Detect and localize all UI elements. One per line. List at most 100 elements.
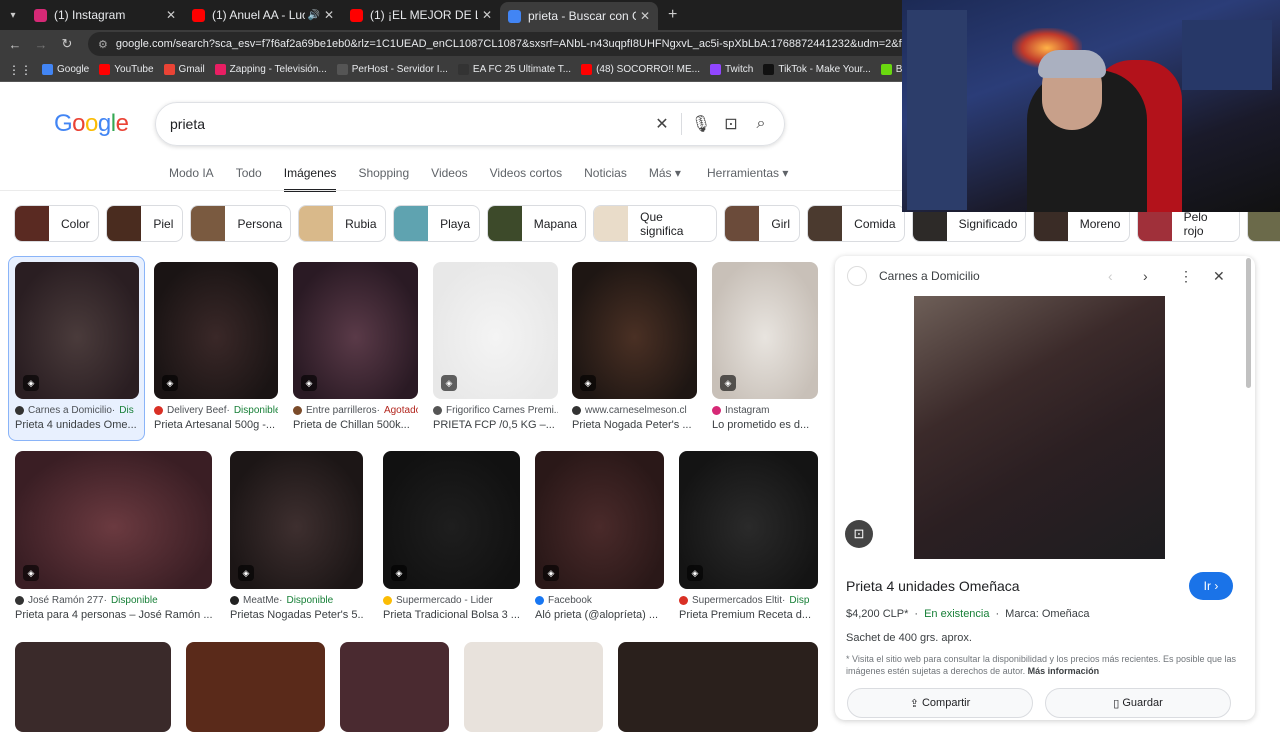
- google-logo[interactable]: Google: [54, 110, 129, 138]
- bookmark-item[interactable]: Zapping - Televisión...: [214, 64, 327, 75]
- result-source[interactable]: Frigorifico Carnes Premi...: [433, 405, 558, 416]
- result-source[interactable]: Carnes a Domicilio · Dis: [15, 405, 139, 416]
- visual-search-icon[interactable]: ⊡: [845, 520, 873, 548]
- image-result[interactable]: ◈ MeatMe · Disponible Prietas Nogadas Peter…: [230, 451, 363, 621]
- result-source[interactable]: José Ramón 277 · Disponible: [15, 595, 212, 606]
- result-thumbnail[interactable]: ◈: [433, 262, 558, 399]
- image-result[interactable]: ◈ Frigorifico Carnes Premi... PRIETA FCP /…: [433, 262, 558, 431]
- result-thumbnail[interactable]: ◈: [572, 262, 697, 399]
- result-title[interactable]: Lo prometido es d...: [712, 419, 818, 431]
- filter-chip[interactable]: Que significa: [593, 205, 718, 242]
- panel-title[interactable]: Prieta 4 unidades Omeñaca: [846, 578, 1020, 594]
- filter-chip[interactable]: Persona: [190, 205, 292, 242]
- filter-chip[interactable]: Mapana: [486, 205, 587, 242]
- panel-source[interactable]: Carnes a Domicilio: [879, 269, 980, 283]
- result-source[interactable]: www.carneselmeson.cl: [572, 405, 697, 416]
- filter-chip[interactable]: Rubia: [298, 205, 387, 242]
- bookmark-item[interactable]: Google: [42, 64, 89, 75]
- browser-tab[interactable]: (1) Anuel AA - Luces Tenues🔊 ✕: [184, 0, 342, 30]
- image-result[interactable]: ◈ Carnes a Domicilio · Dis Prieta 4 unidade…: [15, 262, 139, 431]
- result-title[interactable]: Prieta para 4 personas – José Ramón ...: [15, 609, 212, 621]
- site-info-icon[interactable]: ⚙: [98, 38, 108, 51]
- image-result[interactable]: ◈ Supermercados Eltit · Disp Prieta Premium…: [679, 451, 818, 621]
- result-title[interactable]: Aló prieta (@alopríeta) ...: [535, 609, 664, 621]
- result-title[interactable]: Prieta Nogada Peter's ...: [572, 419, 697, 431]
- result-title[interactable]: Prieta 4 unidades Ome...: [15, 419, 139, 431]
- bookmark-item[interactable]: Gmail: [163, 64, 205, 75]
- result-thumbnail[interactable]: [186, 642, 325, 732]
- result-title[interactable]: Prieta Tradicional Bolsa 3 ...: [383, 609, 520, 621]
- nav-tab[interactable]: Imágenes: [283, 166, 337, 192]
- result-thumbnail[interactable]: [340, 642, 449, 732]
- bookmark-item[interactable]: Twitch: [710, 64, 753, 75]
- forward-icon[interactable]: →: [30, 37, 52, 52]
- result-thumbnail[interactable]: [15, 642, 171, 732]
- image-result[interactable]: ◈ Entre parrilleros · Agotado Prieta de Chi…: [293, 262, 418, 431]
- result-thumbnail[interactable]: [618, 642, 818, 732]
- image-result[interactable]: ◈ Instagram Lo prometido es d...: [712, 262, 818, 431]
- result-thumbnail[interactable]: [464, 642, 603, 732]
- image-result[interactable]: ◈ www.carneselmeson.cl Prieta Nogada Peter…: [572, 262, 697, 431]
- result-thumbnail[interactable]: ◈: [15, 451, 212, 589]
- result-thumbnail[interactable]: ◈: [230, 451, 363, 589]
- tab-search-icon[interactable]: ▾: [0, 0, 26, 30]
- browser-tab[interactable]: (1) Instagram ✕: [26, 0, 184, 30]
- prev-icon[interactable]: ‹: [1108, 268, 1113, 284]
- result-title[interactable]: Prieta Premium Receta d...: [679, 609, 818, 621]
- result-thumbnail[interactable]: ◈: [712, 262, 818, 399]
- filter-chip[interactable]: Girl: [724, 205, 801, 242]
- result-thumbnail[interactable]: ◈: [535, 451, 664, 589]
- result-source[interactable]: Instagram: [712, 405, 818, 416]
- result-source[interactable]: MeatMe · Disponible: [230, 595, 363, 606]
- tab-close-icon[interactable]: ✕: [482, 8, 492, 22]
- apps-icon[interactable]: ⋮⋮: [8, 63, 32, 77]
- tab-close-icon[interactable]: ✕: [324, 8, 334, 22]
- lens-icon[interactable]: ⊡: [716, 114, 746, 134]
- clear-icon[interactable]: ✕: [647, 114, 677, 134]
- result-title[interactable]: Prieta de Chillan 500k...: [293, 419, 418, 431]
- result-thumbnail[interactable]: ◈: [383, 451, 520, 589]
- nav-tab[interactable]: Modo IA: [169, 166, 214, 192]
- bookmark-item[interactable]: PerHost - Servidor I...: [336, 64, 448, 75]
- image-result[interactable]: [186, 642, 325, 732]
- close-icon[interactable]: ✕: [1213, 268, 1225, 285]
- image-result[interactable]: [464, 642, 603, 732]
- image-result[interactable]: [618, 642, 818, 732]
- bookmark-item[interactable]: EA FC 25 Ultimate T...: [457, 64, 571, 75]
- filter-chip[interactable]: Comida: [807, 205, 905, 242]
- image-result[interactable]: ◈ Supermercado - Lider Prieta Tradicional …: [383, 451, 520, 621]
- save-button[interactable]: ▯ Guardar: [1045, 688, 1231, 718]
- result-source[interactable]: Delivery Beef · Disponible: [154, 405, 278, 416]
- result-source[interactable]: Supermercados Eltit · Disp: [679, 595, 818, 606]
- more-icon[interactable]: ⋮: [1179, 268, 1193, 285]
- image-result[interactable]: ◈ José Ramón 277 · Disponible Prieta para 4…: [15, 451, 212, 621]
- preview-image[interactable]: [914, 296, 1165, 559]
- nav-tab[interactable]: Todo: [236, 166, 262, 192]
- visit-button[interactable]: Ir ›: [1189, 572, 1233, 600]
- filter-chip[interactable]: Color: [14, 205, 100, 242]
- browser-tab[interactable]: (1) ¡EL MEJOR DE LA CAPITAL? ✕: [342, 0, 500, 30]
- result-source[interactable]: Supermercado - Lider: [383, 595, 520, 606]
- tab-close-icon[interactable]: ✕: [640, 9, 650, 23]
- reload-icon[interactable]: ↻: [56, 36, 78, 52]
- nav-tab[interactable]: Noticias: [584, 166, 627, 192]
- image-result[interactable]: ◈ Delivery Beef · Disponible Prieta Artesan…: [154, 262, 278, 431]
- result-thumbnail[interactable]: ◈: [679, 451, 818, 589]
- share-button[interactable]: ⇪ Compartir: [847, 688, 1033, 718]
- result-title[interactable]: Prieta Artesanal 500g -...: [154, 419, 278, 431]
- new-tab-icon[interactable]: +: [668, 6, 677, 24]
- speaker-icon[interactable]: 🔊: [307, 10, 319, 21]
- panel-scrollbar[interactable]: [1246, 258, 1251, 388]
- next-icon[interactable]: ›: [1143, 268, 1148, 284]
- tab-close-icon[interactable]: ✕: [166, 8, 176, 22]
- tools-button[interactable]: Herramientas ▾: [707, 166, 788, 180]
- result-source[interactable]: Facebook: [535, 595, 664, 606]
- result-thumbnail[interactable]: ◈: [293, 262, 418, 399]
- bookmark-item[interactable]: YouTube: [99, 64, 154, 75]
- bookmark-item[interactable]: (48) SOCORRO!! ME...: [581, 64, 700, 75]
- result-thumbnail[interactable]: ◈: [154, 262, 278, 399]
- nav-tab[interactable]: Videos: [431, 166, 467, 192]
- bookmark-item[interactable]: TikTok - Make Your...: [763, 64, 871, 75]
- result-source[interactable]: Entre parrilleros · Agotado: [293, 405, 418, 416]
- result-title[interactable]: Prietas Nogadas Peter's 5...: [230, 609, 363, 621]
